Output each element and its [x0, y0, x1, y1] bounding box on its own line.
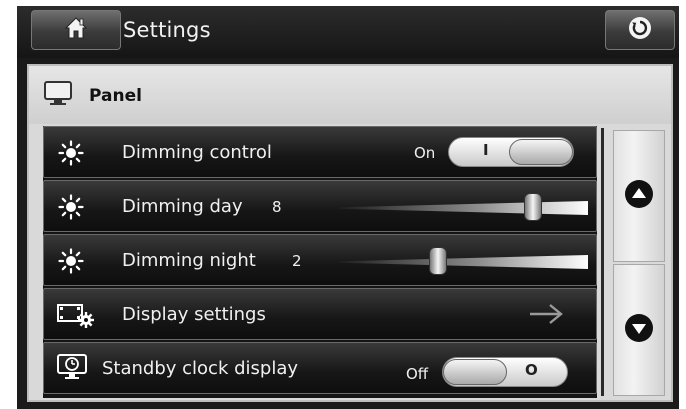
- row-label-display-settings: Display settings: [122, 304, 266, 325]
- standby-clock-toggle[interactable]: O: [442, 357, 568, 387]
- row-label-standby-clock-display: Standby clock display: [102, 358, 299, 379]
- top-bar: Settings: [17, 6, 679, 58]
- dimming-day-value: 8: [272, 198, 282, 216]
- arrow-down-icon: [624, 313, 654, 347]
- dimming-day-slider-thumb[interactable]: [524, 193, 542, 221]
- sun-icon: [58, 194, 84, 224]
- dimming-day-slider-track[interactable]: [338, 201, 588, 215]
- scroll-down-button[interactable]: [613, 264, 665, 396]
- panel-section: Panel Dimming control On I Dimming day 8…: [27, 64, 673, 402]
- page-title: Settings: [123, 18, 211, 42]
- toggle-mark: O: [525, 361, 538, 379]
- clock-display-icon: [56, 353, 88, 387]
- row-dimming-day[interactable]: Dimming day 8: [43, 180, 597, 232]
- sun-icon: [58, 248, 84, 278]
- row-label-dimming-control: Dimming control: [122, 142, 272, 163]
- dimming-night-value: 2: [292, 252, 302, 270]
- home-icon: [63, 15, 89, 45]
- back-button[interactable]: [605, 10, 675, 50]
- dimming-night-slider-thumb[interactable]: [429, 247, 447, 275]
- row-label-dimming-day: Dimming day: [122, 196, 243, 217]
- toggle-knob[interactable]: [509, 139, 573, 165]
- panel-header: Panel: [29, 66, 671, 124]
- toggle-mark: I: [483, 141, 489, 159]
- monitor-icon: [43, 80, 73, 110]
- row-dimming-control[interactable]: Dimming control On I: [43, 126, 597, 178]
- dimming-night-slider-track[interactable]: [338, 255, 588, 269]
- toggle-knob[interactable]: [443, 359, 507, 385]
- row-standby-clock-display[interactable]: Standby clock display Off O: [43, 342, 597, 394]
- sun-icon: [58, 140, 84, 170]
- scroll-track: [601, 128, 604, 396]
- settings-screen: Settings Panel Dimming control On I Dimm…: [17, 6, 679, 409]
- panel-title: Panel: [89, 86, 142, 106]
- display-settings-icon: [56, 301, 96, 333]
- settings-list: Dimming control On I Dimming day 8 Dimmi…: [43, 126, 597, 398]
- dimming-control-toggle[interactable]: I: [448, 137, 574, 167]
- arrow-up-icon: [624, 179, 654, 213]
- home-button[interactable]: [31, 10, 121, 50]
- row-display-settings[interactable]: Display settings: [43, 288, 597, 340]
- scroll-up-button[interactable]: [613, 130, 665, 262]
- dimming-control-state-label: On: [414, 144, 436, 162]
- standby-clock-state-label: Off: [406, 365, 429, 383]
- back-icon: [628, 16, 652, 44]
- row-dimming-night[interactable]: Dimming night 2: [43, 234, 597, 286]
- arrow-right-icon: [526, 301, 566, 331]
- row-label-dimming-night: Dimming night: [122, 250, 256, 271]
